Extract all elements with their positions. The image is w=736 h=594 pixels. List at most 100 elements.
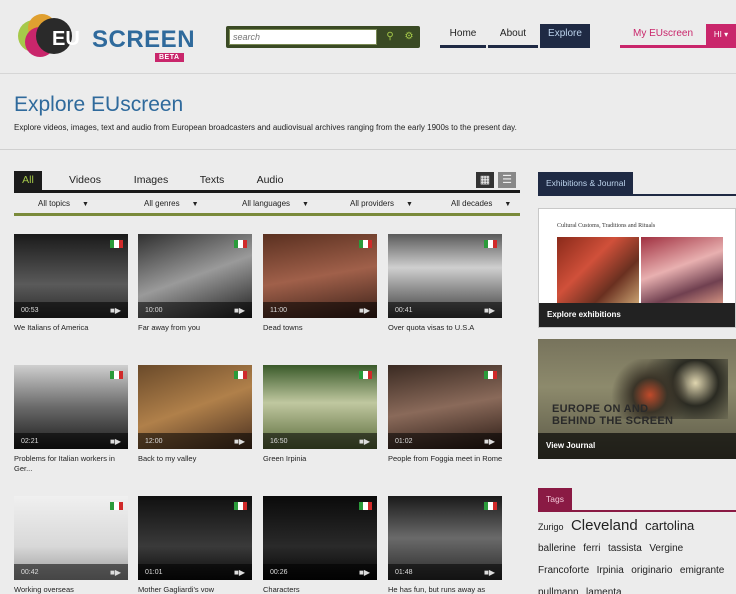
page-description: Explore videos, images, text and audio f… [14, 123, 517, 132]
exhibition-image [557, 237, 639, 303]
video-camera-icon: ■▶ [110, 568, 121, 577]
tab-texts[interactable]: Texts [192, 171, 232, 190]
video-thumbnail[interactable]: 16:50 ■▶ [263, 365, 377, 449]
video-duration: 01:01 [145, 569, 163, 576]
video-thumbnail[interactable]: 12:00 ■▶ [138, 365, 252, 449]
video-title[interactable]: Far away from you [138, 323, 254, 333]
filter-genres-label: All genres [144, 199, 180, 208]
list-view-icon[interactable]: ☰ [498, 172, 516, 188]
video-title[interactable]: We Italians of America [14, 323, 130, 333]
video-title[interactable]: Green Irpinia [263, 454, 379, 464]
tag-link[interactable]: ballerine [538, 543, 576, 554]
gear-icon[interactable]: ⚙ [401, 29, 417, 45]
video-thumbnail[interactable]: 01:48 ■▶ [388, 496, 502, 580]
nav-home[interactable]: Home [440, 24, 486, 48]
italy-flag-icon [110, 240, 123, 248]
filter-decades-label: All decades [451, 199, 493, 208]
video-title[interactable]: Dead towns [263, 323, 379, 333]
video-duration: 00:53 [21, 307, 39, 314]
tag-link[interactable]: lamenta [586, 587, 622, 594]
tag-link[interactable]: ferri [583, 543, 600, 554]
euscreen-logo[interactable]: EU SCREEN BETA [12, 10, 195, 62]
italy-flag-icon [484, 240, 497, 248]
video-thumbnail[interactable]: 01:02 ■▶ [388, 365, 502, 449]
tag-link[interactable]: tassista [608, 543, 642, 554]
italy-flag-icon [359, 502, 372, 510]
video-camera-icon: ■▶ [110, 306, 121, 315]
filter-providers[interactable]: All providers ▼ [350, 199, 413, 208]
video-thumbnail[interactable]: 10:00 ■▶ [138, 234, 252, 318]
video-title[interactable]: Back to my valley [138, 454, 254, 464]
search-icon[interactable]: ⚲ [382, 29, 398, 45]
my-euscreen-link[interactable]: My EUscreen [620, 24, 706, 48]
tag-link[interactable]: Cleveland [571, 517, 638, 534]
tab-images[interactable]: Images [126, 171, 176, 190]
video-thumbnail[interactable]: 00:26 ■▶ [263, 496, 377, 580]
grid-view-icon[interactable]: ▦ [476, 172, 494, 188]
tab-videos[interactable]: Videos [62, 171, 108, 190]
divider [0, 149, 736, 150]
chevron-down-icon: ▼ [302, 201, 309, 208]
video-title[interactable]: Working overseas [14, 585, 130, 594]
search-input[interactable] [229, 29, 377, 45]
filter-decades[interactable]: All decades ▼ [451, 199, 511, 208]
exhibition-card[interactable]: Cultural Customs, Traditions and Rituals… [538, 208, 736, 328]
journal-cover-title: EUROPE ON AND BEHIND THE SCREEN [552, 403, 673, 427]
video-title[interactable]: He has fun, but runs away as [388, 585, 504, 594]
video-camera-icon: ■▶ [234, 568, 245, 577]
tag-link[interactable]: cartolina [645, 518, 694, 533]
language-button[interactable]: HI ▾ [706, 24, 736, 48]
tag-link[interactable]: emigrante [680, 565, 724, 576]
nav-explore[interactable]: Explore [540, 24, 590, 48]
video-thumbnail[interactable]: 00:53 ■▶ [14, 234, 128, 318]
tag-cloud: Zurigo Cleveland cartolina ballerine fer… [538, 516, 736, 594]
video-thumbnail[interactable]: 02:21 ■▶ [14, 365, 128, 449]
exhibitions-heading[interactable]: Exhibitions & Journal [538, 172, 634, 194]
filter-topics[interactable]: All topics ▼ [38, 199, 89, 208]
video-duration: 01:02 [395, 438, 413, 445]
filter-languages[interactable]: All languages ▼ [242, 199, 309, 208]
journal-card[interactable]: EUROPE ON AND BEHIND THE SCREEN View Jou… [538, 339, 736, 459]
filter-languages-label: All languages [242, 199, 291, 208]
video-title[interactable]: Characters [263, 585, 379, 594]
tag-link[interactable]: Francoforte [538, 565, 589, 576]
video-camera-icon: ■▶ [234, 306, 245, 315]
divider [538, 510, 736, 512]
video-title[interactable]: Mother Gagliardi's vow [138, 585, 254, 594]
video-thumbnail[interactable]: 11:00 ■▶ [263, 234, 377, 318]
tag-link[interactable]: originario [631, 565, 672, 576]
video-title[interactable]: Problems for Italian workers in Ger... [14, 454, 130, 474]
video-title[interactable]: Over quota visas to U.S.A [388, 323, 504, 333]
tag-link[interactable]: Irpinia [597, 565, 624, 576]
video-thumbnail[interactable]: 01:01 ■▶ [138, 496, 252, 580]
video-camera-icon: ■▶ [484, 306, 495, 315]
video-thumbnail[interactable]: 00:41 ■▶ [388, 234, 502, 318]
tab-all[interactable]: All [14, 171, 42, 190]
video-title[interactable]: People from Foggia meet in Rome [388, 454, 504, 464]
tab-audio[interactable]: Audio [250, 171, 290, 190]
video-camera-icon: ■▶ [359, 306, 370, 315]
video-duration: 12:00 [145, 438, 163, 445]
filter-genres[interactable]: All genres ▼ [144, 199, 199, 208]
nav-about[interactable]: About [488, 24, 538, 48]
italy-flag-icon [359, 371, 372, 379]
tag-link[interactable]: Zurigo [538, 522, 564, 532]
view-journal-link[interactable]: View Journal [538, 433, 736, 459]
tag-link[interactable]: pullmann [538, 587, 579, 594]
chevron-down-icon: ▼ [191, 201, 199, 208]
video-camera-icon: ■▶ [359, 568, 370, 577]
video-camera-icon: ■▶ [359, 437, 370, 446]
video-duration: 00:26 [270, 569, 288, 576]
exhibition-subtitle: Cultural Customs, Traditions and Rituals [557, 223, 656, 229]
video-duration: 10:00 [145, 307, 163, 314]
italy-flag-icon [110, 371, 123, 379]
video-duration: 01:48 [395, 569, 413, 576]
logo-screen-text: SCREEN [92, 26, 196, 53]
video-thumbnail[interactable]: 00:42 ■▶ [14, 496, 128, 580]
tag-link[interactable]: Vergine [649, 543, 683, 554]
filter-topics-label: All topics [38, 199, 71, 208]
italy-flag-icon [359, 240, 372, 248]
explore-exhibitions-link[interactable]: Explore exhibitions [539, 303, 735, 327]
italy-flag-icon [484, 371, 497, 379]
italy-flag-icon [234, 240, 247, 248]
